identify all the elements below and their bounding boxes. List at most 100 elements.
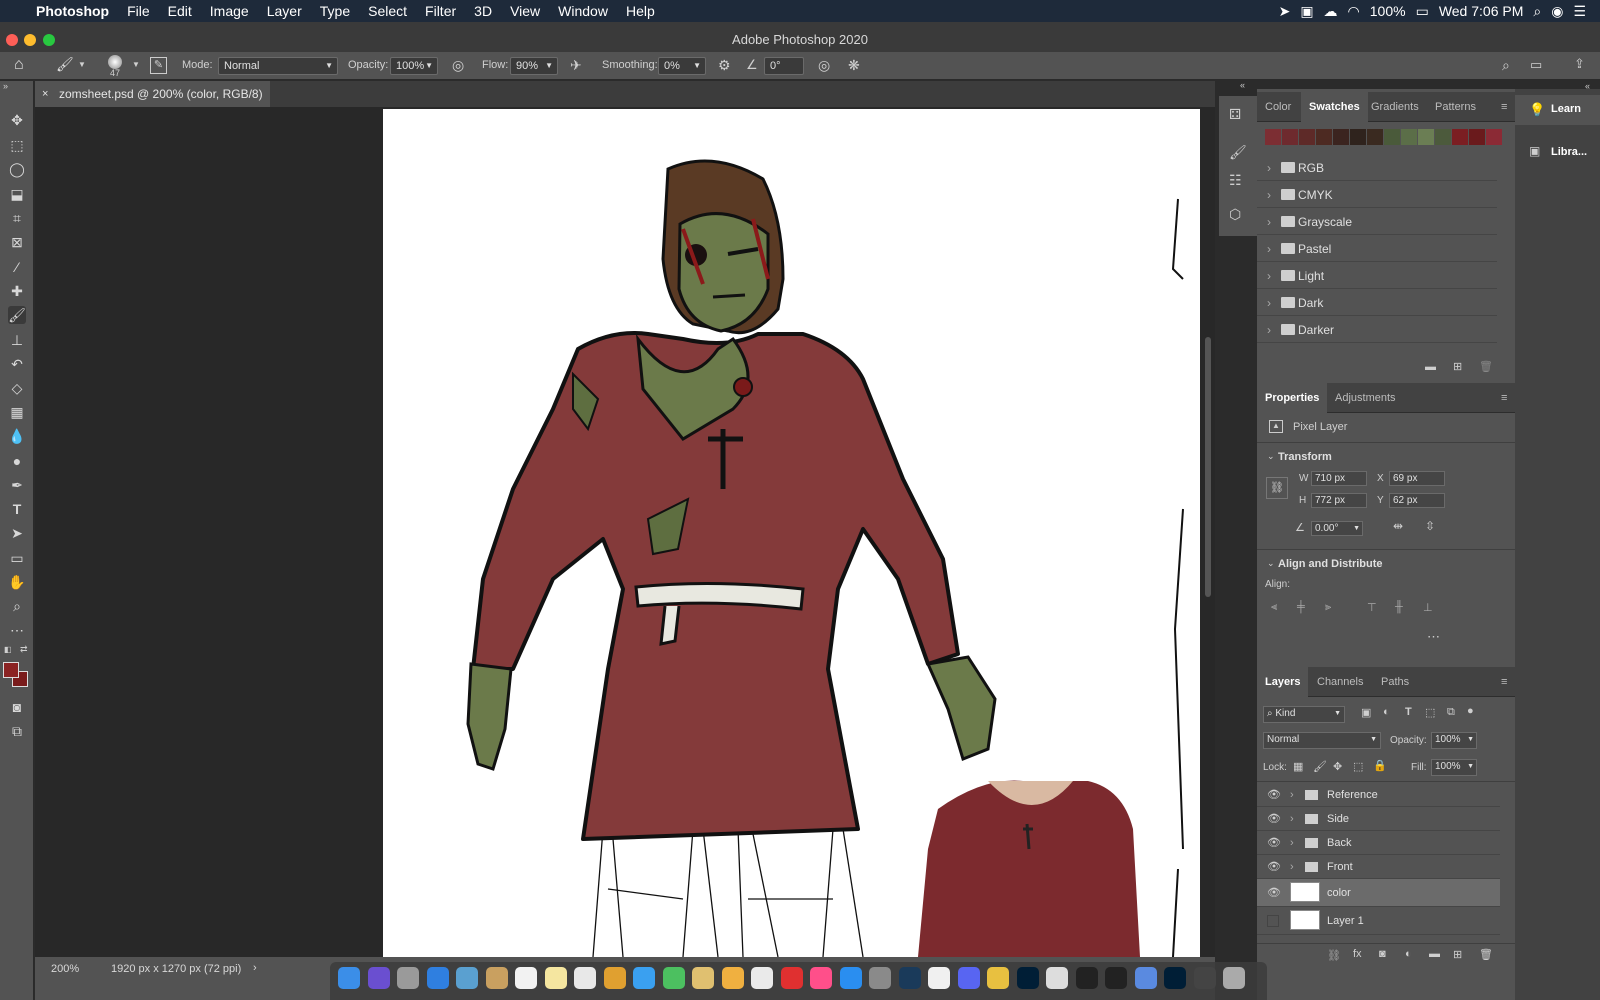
dock-app-icon[interactable] — [574, 967, 596, 989]
tab-adjustments[interactable]: Adjustments — [1335, 383, 1396, 413]
dock-app-icon[interactable] — [1193, 967, 1216, 989]
dock-app-icon[interactable] — [515, 967, 537, 989]
layer-row-side[interactable]: 👁 › Side — [1257, 807, 1500, 831]
layer-style-fx-icon[interactable]: fx — [1353, 948, 1362, 960]
libraries-panel-button[interactable]: ▣ Libra... — [1515, 137, 1600, 167]
chevron-right-icon[interactable]: › — [1290, 831, 1294, 855]
chevron-down-icon[interactable]: ▼ — [132, 60, 140, 69]
tab-paths[interactable]: Paths — [1381, 667, 1409, 697]
send-icon[interactable]: ➤ — [1279, 3, 1291, 20]
layer-row-reference[interactable]: 👁 › Reference — [1257, 783, 1500, 807]
swatch-chip[interactable] — [1316, 129, 1332, 145]
chevron-down-icon[interactable]: ⌄ — [1267, 451, 1275, 462]
align-middle-icon[interactable]: ╫ — [1395, 601, 1403, 613]
dock-app-icon[interactable] — [1134, 967, 1157, 989]
swatch-chip[interactable] — [1401, 129, 1417, 145]
dock-app-icon[interactable] — [456, 967, 478, 989]
visibility-eye-icon[interactable]: 👁 — [1267, 879, 1281, 907]
default-colors-icon[interactable]: ◧ — [4, 645, 12, 654]
dock-app-icon[interactable] — [780, 967, 803, 989]
dock-app-icon[interactable] — [957, 967, 980, 989]
dodge-tool-icon[interactable]: ● — [8, 452, 26, 470]
add-mask-icon[interactable]: ◙ — [1379, 948, 1386, 960]
clock[interactable]: Wed 7:06 PM — [1439, 3, 1524, 19]
dock-app-icon[interactable] — [397, 967, 419, 989]
dock-app-icon[interactable] — [1016, 967, 1039, 989]
smoothing-field[interactable]: 0% ▼ — [658, 57, 706, 75]
panel-menu-icon[interactable]: ≡ — [1501, 383, 1507, 413]
new-adjustment-layer-icon[interactable]: ◐ — [1405, 948, 1412, 960]
close-icon[interactable]: × — [42, 81, 48, 107]
filter-smart-object-icon[interactable]: ⧉ — [1447, 706, 1455, 719]
dock-app-icon[interactable] — [338, 967, 360, 989]
zoom-window-button[interactable] — [43, 34, 55, 46]
dock-app-icon[interactable] — [662, 967, 685, 989]
document-tab[interactable]: × zomsheet.psd @ 200% (color, RGB/8) * — [35, 81, 270, 127]
foreground-color-swatch[interactable] — [3, 662, 19, 678]
wifi-icon[interactable]: ◠ — [1348, 3, 1360, 20]
zoom-level[interactable]: 200% — [51, 963, 79, 975]
history-brush-tool-icon[interactable]: ↶ — [8, 355, 26, 373]
more-tools-icon[interactable]: ⋯ — [8, 621, 26, 639]
swatch-chip[interactable] — [1418, 129, 1434, 145]
menu-image[interactable]: Image — [210, 3, 249, 19]
swatch-chip[interactable] — [1367, 129, 1383, 145]
filter-shape-icon[interactable]: ⬚ — [1425, 706, 1435, 719]
swatch-group-dark[interactable]: › Dark — [1257, 290, 1497, 316]
width-field[interactable]: 710 px — [1311, 471, 1367, 486]
more-options-icon[interactable]: ⋯ — [1427, 629, 1440, 645]
visibility-eye-icon[interactable]: 👁 — [1267, 783, 1281, 807]
dock-app-icon[interactable] — [692, 967, 714, 989]
menu-window[interactable]: Window — [558, 3, 608, 19]
align-left-icon[interactable]: ⫷ — [1271, 601, 1277, 614]
transform-section-title[interactable]: Transform — [1278, 451, 1332, 463]
lock-all-icon[interactable]: 🔒 — [1373, 759, 1387, 772]
menu-edit[interactable]: Edit — [168, 3, 192, 19]
flip-vertical-icon[interactable]: ⇳ — [1425, 519, 1435, 533]
dock-app-icon[interactable] — [1046, 967, 1068, 989]
link-icon[interactable]: ⛓ — [1266, 477, 1288, 499]
align-center-h-icon[interactable]: ╪ — [1297, 601, 1305, 613]
lock-artboard-icon[interactable]: ⬚ — [1353, 760, 1363, 773]
dock-app-icon[interactable] — [751, 967, 773, 989]
swap-colors-icon[interactable]: ⇄ — [20, 644, 28, 655]
pen-tool-icon[interactable]: ✒ — [8, 476, 26, 494]
3d-cube-icon[interactable]: ⬡ — [1229, 206, 1241, 223]
visibility-eye-icon[interactable]: 👁 — [1267, 855, 1281, 879]
dock-app-icon[interactable] — [603, 967, 626, 989]
move-tool-icon[interactable]: ✥ — [8, 111, 26, 129]
eraser-tool-icon[interactable]: ◇ — [8, 379, 26, 397]
menu-type[interactable]: Type — [320, 3, 350, 19]
chevron-right-icon[interactable]: › — [253, 962, 257, 974]
chevron-right-icon[interactable]: › — [1290, 855, 1294, 879]
align-section-title[interactable]: Align and Distribute — [1278, 558, 1383, 570]
link-layers-icon[interactable]: ⛓ — [1327, 949, 1341, 962]
swatch-chip[interactable] — [1469, 129, 1485, 145]
canvas-scrollbar[interactable] — [1205, 337, 1211, 597]
lock-transparency-icon[interactable]: ▦ — [1293, 760, 1303, 773]
menu-view[interactable]: View — [510, 3, 540, 19]
swatch-chip[interactable] — [1333, 129, 1349, 145]
adjustments-sliders-icon[interactable]: ☷ — [1229, 172, 1242, 189]
swatch-group-pastel[interactable]: › Pastel — [1257, 236, 1497, 262]
dock-app-icon[interactable] — [1223, 967, 1245, 989]
quick-mask-icon[interactable]: ◙ — [8, 698, 26, 716]
swatch-chip[interactable] — [1350, 129, 1366, 145]
cc-icon[interactable]: ☁ — [1324, 3, 1338, 20]
eyedropper-tool-icon[interactable]: ⁄ — [8, 258, 26, 276]
dock-app-icon[interactable] — [426, 967, 449, 989]
dock-app-icon[interactable] — [544, 967, 567, 989]
lock-pixels-icon[interactable]: 🖌 — [1313, 760, 1327, 773]
filter-adjustment-icon[interactable]: ◐ — [1383, 706, 1390, 718]
align-bottom-icon[interactable]: ⊥ — [1423, 601, 1433, 614]
panel-menu-icon[interactable]: ≡ — [1501, 92, 1507, 122]
dock-app-icon[interactable] — [810, 967, 832, 989]
filter-pixel-icon[interactable]: ▣ — [1361, 706, 1371, 719]
minimize-window-button[interactable] — [24, 34, 36, 46]
app-menu[interactable]: Photoshop — [36, 3, 109, 19]
swatch-chip[interactable] — [1452, 129, 1468, 145]
chevron-right-icon[interactable]: › — [1290, 807, 1294, 831]
rectangle-tool-icon[interactable]: ▭ — [8, 549, 26, 567]
fill-field[interactable]: 100% ▼ — [1431, 759, 1477, 776]
collapse-toolbar-icon[interactable]: » — [3, 81, 8, 91]
